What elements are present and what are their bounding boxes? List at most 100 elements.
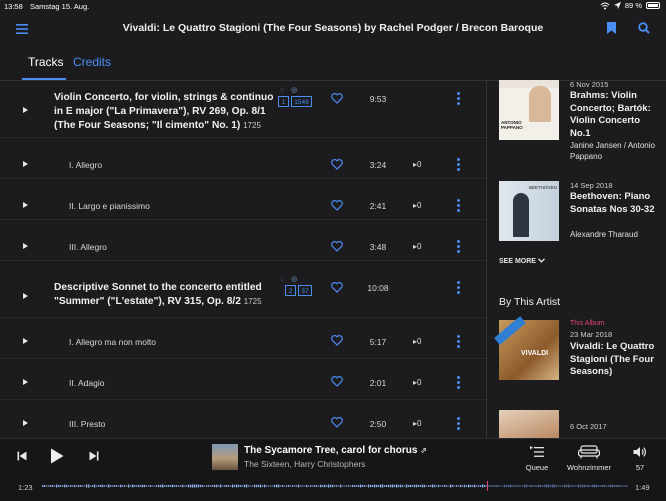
play-icon[interactable] bbox=[23, 161, 28, 167]
popularity[interactable]: ▸0 bbox=[413, 160, 421, 169]
see-more-button[interactable]: SEE MORE bbox=[499, 258, 545, 265]
work-badges[interactable]: ◌◎ 1 1549 bbox=[278, 86, 314, 112]
waveform-bar bbox=[232, 484, 234, 488]
volume-button[interactable]: 57 bbox=[628, 445, 652, 475]
album-cover[interactable]: VIVALDI bbox=[494, 316, 559, 380]
waveform-bar bbox=[540, 485, 542, 487]
heart-icon[interactable] bbox=[331, 159, 343, 170]
waveform-bar bbox=[100, 484, 102, 488]
album-cover[interactable] bbox=[499, 410, 559, 438]
album-cover[interactable]: BEETHOVEN bbox=[499, 181, 559, 241]
waveform-bar bbox=[624, 485, 626, 487]
waveform-bar bbox=[424, 484, 426, 488]
waveform-bar bbox=[536, 485, 538, 487]
heart-icon[interactable] bbox=[331, 417, 343, 428]
bookmark-button[interactable] bbox=[604, 21, 618, 35]
artist-album[interactable]: 6 Oct 2017 bbox=[499, 410, 659, 438]
work-row[interactable]: Descriptive Sonnet to the concerto entit… bbox=[0, 261, 486, 315]
waveform-bar bbox=[518, 485, 520, 487]
more-options-icon[interactable] bbox=[456, 281, 462, 296]
waveform-bar bbox=[290, 485, 292, 487]
waveform-bar bbox=[316, 485, 318, 487]
queue-button[interactable]: Queue bbox=[524, 445, 550, 475]
menu-button[interactable] bbox=[14, 22, 30, 36]
waveform-bar bbox=[580, 484, 582, 488]
tab-credits[interactable]: Credits bbox=[73, 55, 111, 69]
waveform-bar bbox=[304, 485, 306, 487]
previous-track-icon[interactable] bbox=[17, 451, 27, 461]
popularity[interactable]: ▸0 bbox=[413, 378, 421, 387]
waveform-bar bbox=[496, 485, 498, 487]
movement-row[interactable]: III. Presto 2:50 ▸0 bbox=[0, 400, 486, 438]
play-icon[interactable] bbox=[23, 420, 28, 426]
cover-text: BEETHOVEN bbox=[529, 185, 557, 190]
work-badges[interactable]: ◌◎ 2 37 bbox=[278, 275, 314, 301]
popularity[interactable]: ▸0 bbox=[413, 242, 421, 251]
more-options-icon[interactable] bbox=[456, 92, 462, 107]
now-playing-cover[interactable] bbox=[212, 444, 238, 470]
heart-icon[interactable] bbox=[331, 241, 343, 252]
popularity[interactable]: ▸0 bbox=[413, 201, 421, 210]
artist-album[interactable]: VIVALDI This Album 23 Mar 2018 Vivaldi: … bbox=[494, 316, 659, 402]
movement-row[interactable]: II. Adagio 2:01 ▸0 bbox=[0, 359, 486, 399]
waveform-bar bbox=[430, 485, 432, 487]
waveform-bar bbox=[500, 485, 502, 487]
more-options-icon[interactable] bbox=[456, 240, 462, 255]
popularity[interactable]: ▸0 bbox=[413, 419, 421, 428]
more-options-icon[interactable] bbox=[456, 158, 462, 173]
room-button[interactable]: Wohnzimmer bbox=[564, 444, 614, 475]
play-icon[interactable] bbox=[50, 448, 64, 464]
waveform-bar bbox=[102, 484, 104, 488]
heart-icon[interactable] bbox=[331, 282, 343, 293]
movement-row[interactable]: I. Allegro ma non molto 5:17 ▸0 bbox=[0, 318, 486, 358]
play-icon[interactable] bbox=[23, 202, 28, 208]
next-track-icon[interactable] bbox=[89, 451, 99, 461]
play-icon[interactable] bbox=[23, 243, 28, 249]
work-row[interactable]: Violin Concerto, for violin, strings & c… bbox=[0, 81, 486, 137]
playhead-marker[interactable] bbox=[487, 481, 488, 491]
waveform-bar bbox=[138, 484, 140, 488]
play-icon[interactable] bbox=[23, 293, 28, 299]
waveform-bar bbox=[286, 485, 288, 487]
waveform-bar bbox=[114, 484, 116, 488]
waveform-bar bbox=[200, 484, 202, 488]
waveform-bar bbox=[462, 485, 464, 487]
album-date: 23 Mar 2018 bbox=[570, 330, 613, 339]
heart-icon[interactable] bbox=[331, 335, 343, 346]
popularity[interactable]: ▸0 bbox=[413, 337, 421, 346]
album-date: 6 Oct 2017 bbox=[570, 422, 607, 431]
heart-icon[interactable] bbox=[331, 376, 343, 387]
progress-waveform[interactable] bbox=[42, 481, 628, 491]
volume-level: 57 bbox=[635, 463, 645, 472]
waveform-bar bbox=[322, 485, 324, 487]
more-options-icon[interactable] bbox=[456, 376, 462, 391]
play-icon[interactable] bbox=[23, 107, 28, 113]
heart-icon[interactable] bbox=[331, 200, 343, 211]
more-options-icon[interactable] bbox=[456, 335, 462, 350]
movement-row[interactable]: II. Largo e pianissimo 2:41 ▸0 bbox=[0, 179, 486, 219]
movement-row[interactable]: I. Allegro 3:24 ▸0 bbox=[0, 138, 486, 178]
play-icon[interactable] bbox=[23, 338, 28, 344]
search-button[interactable] bbox=[636, 21, 652, 35]
waveform-bar bbox=[390, 484, 392, 488]
recordings-badge: 2 bbox=[285, 285, 296, 296]
waveform-bar bbox=[364, 485, 366, 487]
now-playing-title[interactable]: The Sycamore Tree, carol for chorus ⇗ bbox=[244, 445, 427, 456]
waveform-bar bbox=[590, 485, 592, 487]
more-options-icon[interactable] bbox=[456, 417, 462, 432]
related-album[interactable]: BEETHOVEN 14 Sep 2018 Beethoven: Piano S… bbox=[499, 181, 659, 251]
movement-row[interactable]: III. Allegro 3:48 ▸0 bbox=[0, 220, 486, 260]
more-options-icon[interactable] bbox=[456, 199, 462, 214]
waveform-bar bbox=[94, 484, 96, 488]
status-right: 89 % bbox=[600, 1, 660, 10]
waveform-bar bbox=[350, 485, 352, 487]
tab-tracks[interactable]: Tracks bbox=[28, 55, 64, 69]
waveform-bar bbox=[578, 484, 580, 488]
related-album[interactable]: ANTONIO PAPPANO 6 Nov 2015 Brahms: Violi… bbox=[499, 80, 659, 172]
track-list: Violin Concerto, for violin, strings & c… bbox=[0, 81, 486, 438]
sidebar: ANTONIO PAPPANO 6 Nov 2015 Brahms: Violi… bbox=[487, 80, 666, 438]
heart-icon[interactable] bbox=[331, 93, 343, 104]
play-icon[interactable] bbox=[23, 379, 28, 385]
hamburger-icon bbox=[16, 24, 28, 34]
album-cover[interactable]: ANTONIO PAPPANO bbox=[499, 80, 559, 140]
